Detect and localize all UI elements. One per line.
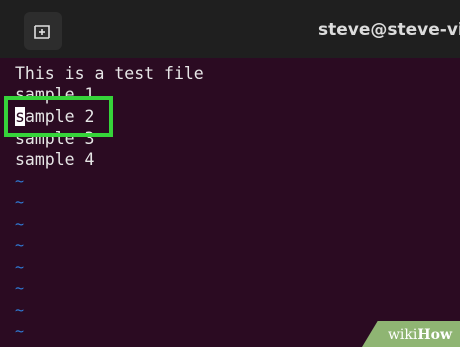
empty-line-marker: ~ <box>15 215 25 233</box>
terminal-window: steve@steve-virt This is a test file sam… <box>0 0 460 347</box>
empty-line-marker: ~ <box>15 279 25 297</box>
empty-line-marker: ~ <box>15 172 25 190</box>
empty-line-marker: ~ <box>15 322 25 340</box>
empty-line-marker: ~ <box>15 193 25 211</box>
text-line: sample 4 <box>15 150 95 169</box>
new-tab-icon <box>34 25 50 39</box>
watermark: wikiHow <box>362 321 460 347</box>
watermark-logo: wikiHow <box>387 327 452 343</box>
new-tab-button[interactable] <box>24 12 62 50</box>
empty-line-marker: ~ <box>15 258 25 276</box>
highlight-box <box>4 96 113 137</box>
window-title: steve@steve-virt <box>318 20 460 40</box>
title-bar: steve@steve-virt <box>0 0 460 58</box>
empty-line-marker: ~ <box>15 301 25 319</box>
text-line: This is a test file <box>15 64 204 83</box>
empty-line-marker: ~ <box>15 236 25 254</box>
